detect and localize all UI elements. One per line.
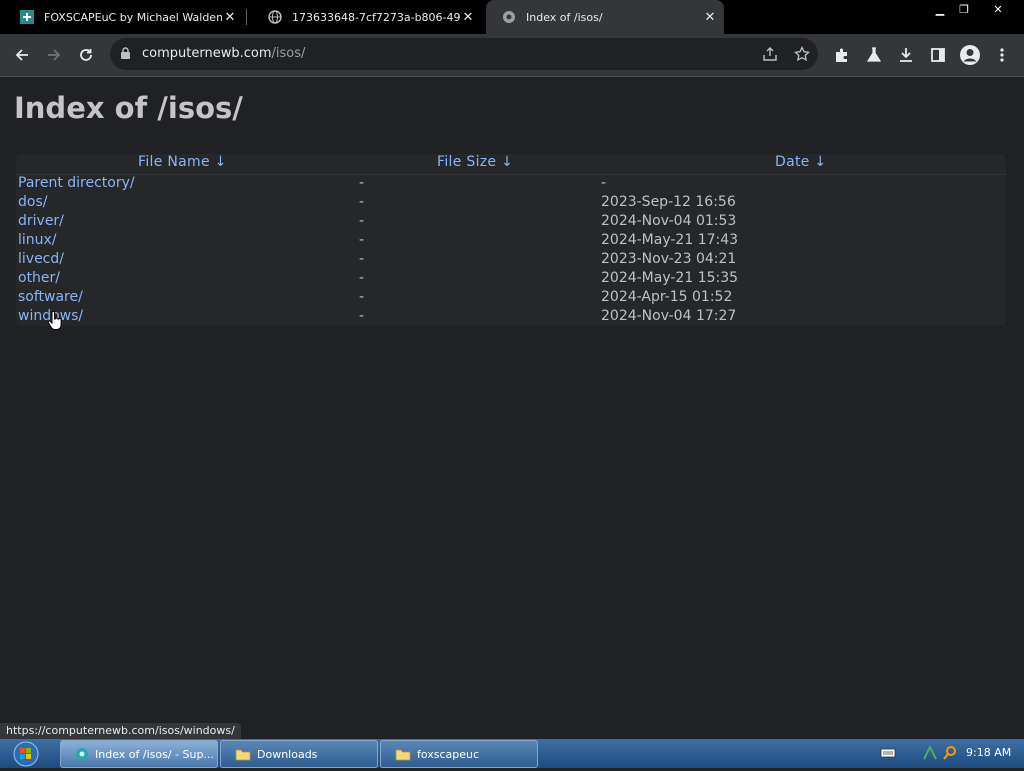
table-row: Parent directory/ - - [16,175,1006,194]
file-size: - [359,175,365,191]
chrome-icon [76,748,88,760]
forward-button[interactable] [41,42,67,68]
minimize-icon[interactable]: ▁ [928,0,952,18]
tab-strip: FOXSCAPEuC by Michael Walden ✕ 173633648… [0,0,1024,34]
taskbar: Index of /isos/ - Sup... Downloads foxsc… [0,739,1024,768]
address-bar[interactable]: computernewb.com/isos/ [110,38,818,70]
side-panel-icon [931,48,945,62]
share-icon[interactable] [762,46,778,62]
file-date: 2023-Sep-12 16:56 [601,194,736,210]
search-icon[interactable] [942,745,958,761]
file-size: - [359,251,365,267]
folder-icon [395,749,411,760]
column-header-date[interactable]: Date ↓ [775,154,826,173]
network-icon[interactable] [922,745,938,761]
taskbar-item-browser[interactable]: Index of /isos/ - Sup... [60,740,218,768]
tab-separator [246,9,247,25]
column-header-file-name[interactable]: File Name ↓ [138,154,227,173]
status-bubble: https://computernewb.com/isos/windows/ [0,723,241,739]
side-panel-button[interactable] [925,42,951,68]
back-button[interactable] [9,42,35,68]
url-host: computernewb.com [142,46,272,61]
taskbar-item-label: foxscapeuc [417,747,480,761]
link-dos[interactable]: dos/ [18,194,47,210]
folder-icon [235,749,251,760]
table-row: windows/ - 2024-Nov-04 17:27 [16,308,1006,327]
close-tab-icon[interactable]: ✕ [222,10,238,25]
table-row: livecd/ - 2023-Nov-23 04:21 [16,251,1006,270]
avatar-icon [960,45,980,65]
tab-title: FOXSCAPEuC by Michael Walden [44,10,222,24]
page-favicon-icon [502,10,516,24]
flask-icon [866,47,882,62]
file-date: 2024-Nov-04 01:53 [601,213,737,229]
file-date: 2024-Apr-15 01:52 [601,289,733,305]
url-path: /isos/ [271,46,306,61]
system-clock[interactable]: 9:18 AM [966,746,1011,759]
file-size: - [359,308,365,324]
file-date: 2023-Nov-23 04:21 [601,251,737,267]
downloads-button[interactable] [893,42,919,68]
column-header-file-size[interactable]: File Size ↓ [437,154,513,173]
table-row: dos/ - 2023-Sep-12 16:56 [16,194,1006,213]
reload-button[interactable] [73,42,99,68]
taskbar-item-label: Index of /isos/ - Sup... [95,747,214,761]
bookmark-star-icon[interactable] [794,46,810,62]
file-size: - [359,232,365,248]
extensions-button[interactable] [829,42,855,68]
close-window-icon[interactable]: ✕ [986,0,1010,18]
labs-button[interactable] [861,42,887,68]
table-row: other/ - 2024-May-21 15:35 [16,270,1006,289]
file-date: 2024-May-21 17:43 [601,232,739,248]
file-date: - [601,175,607,191]
link-other[interactable]: other/ [18,270,60,286]
taskbar-item-foxscapeuc[interactable]: foxscapeuc [380,740,538,768]
restore-icon[interactable]: ❐ [952,0,976,18]
link-livecd[interactable]: livecd/ [18,251,64,267]
kebab-menu-icon [1000,48,1004,62]
puzzle-icon [836,48,847,62]
reload-icon [80,49,92,61]
file-date: 2024-Nov-04 17:27 [601,308,737,324]
table-row: software/ - 2024-Apr-15 01:52 [16,289,1006,308]
tab-title: 173633648-7cf7273a-b806-4930- [292,10,460,24]
download-icon [900,48,912,62]
start-button[interactable] [6,740,46,767]
lock-icon [121,47,130,59]
profile-button[interactable] [957,42,983,68]
close-tab-icon[interactable]: ✕ [702,10,718,25]
tab-image[interactable]: 173633648-7cf7273a-b806-4930- ✕ [248,0,482,34]
close-tab-icon[interactable]: ✕ [460,10,476,25]
link-driver[interactable]: driver/ [18,213,64,229]
hand-cursor-icon [47,311,62,330]
arrow-right-icon [48,49,61,61]
url-text: computernewb.com/isos/ [142,46,305,61]
file-listing-table: File Name ↓ File Size ↓ Date ↓ Parent di… [16,154,1006,326]
menu-button[interactable] [989,42,1015,68]
arrow-left-icon [15,49,28,61]
globe-icon [268,10,282,24]
windows-logo-icon [13,741,39,767]
file-size: - [359,270,365,286]
link-linux[interactable]: linux/ [18,232,57,248]
file-size: - [359,194,365,210]
keyboard-icon[interactable] [880,745,896,761]
file-size: - [359,289,365,305]
tab-foxscapeuc[interactable]: FOXSCAPEuC by Michael Walden ✕ [0,0,244,34]
foxscape-favicon-icon [20,10,34,24]
browser-toolbar: computernewb.com/isos/ [0,34,1024,77]
taskbar-item-downloads[interactable]: Downloads [220,740,378,768]
link-software[interactable]: software/ [18,289,83,305]
link-parent-directory[interactable]: Parent directory/ [18,175,135,191]
file-date: 2024-May-21 15:35 [601,270,739,286]
tab-index-isos[interactable]: Index of /isos/ ✕ [486,0,724,34]
table-row: linux/ - 2024-May-21 17:43 [16,232,1006,251]
page-content: Index of /isos/ File Name ↓ File Size ↓ … [0,77,1024,739]
file-size: - [359,213,365,229]
taskbar-item-label: Downloads [257,747,318,761]
page-title: Index of /isos/ [14,91,243,125]
tab-title: Index of /isos/ [526,10,603,24]
table-row: driver/ - 2024-Nov-04 01:53 [16,213,1006,232]
